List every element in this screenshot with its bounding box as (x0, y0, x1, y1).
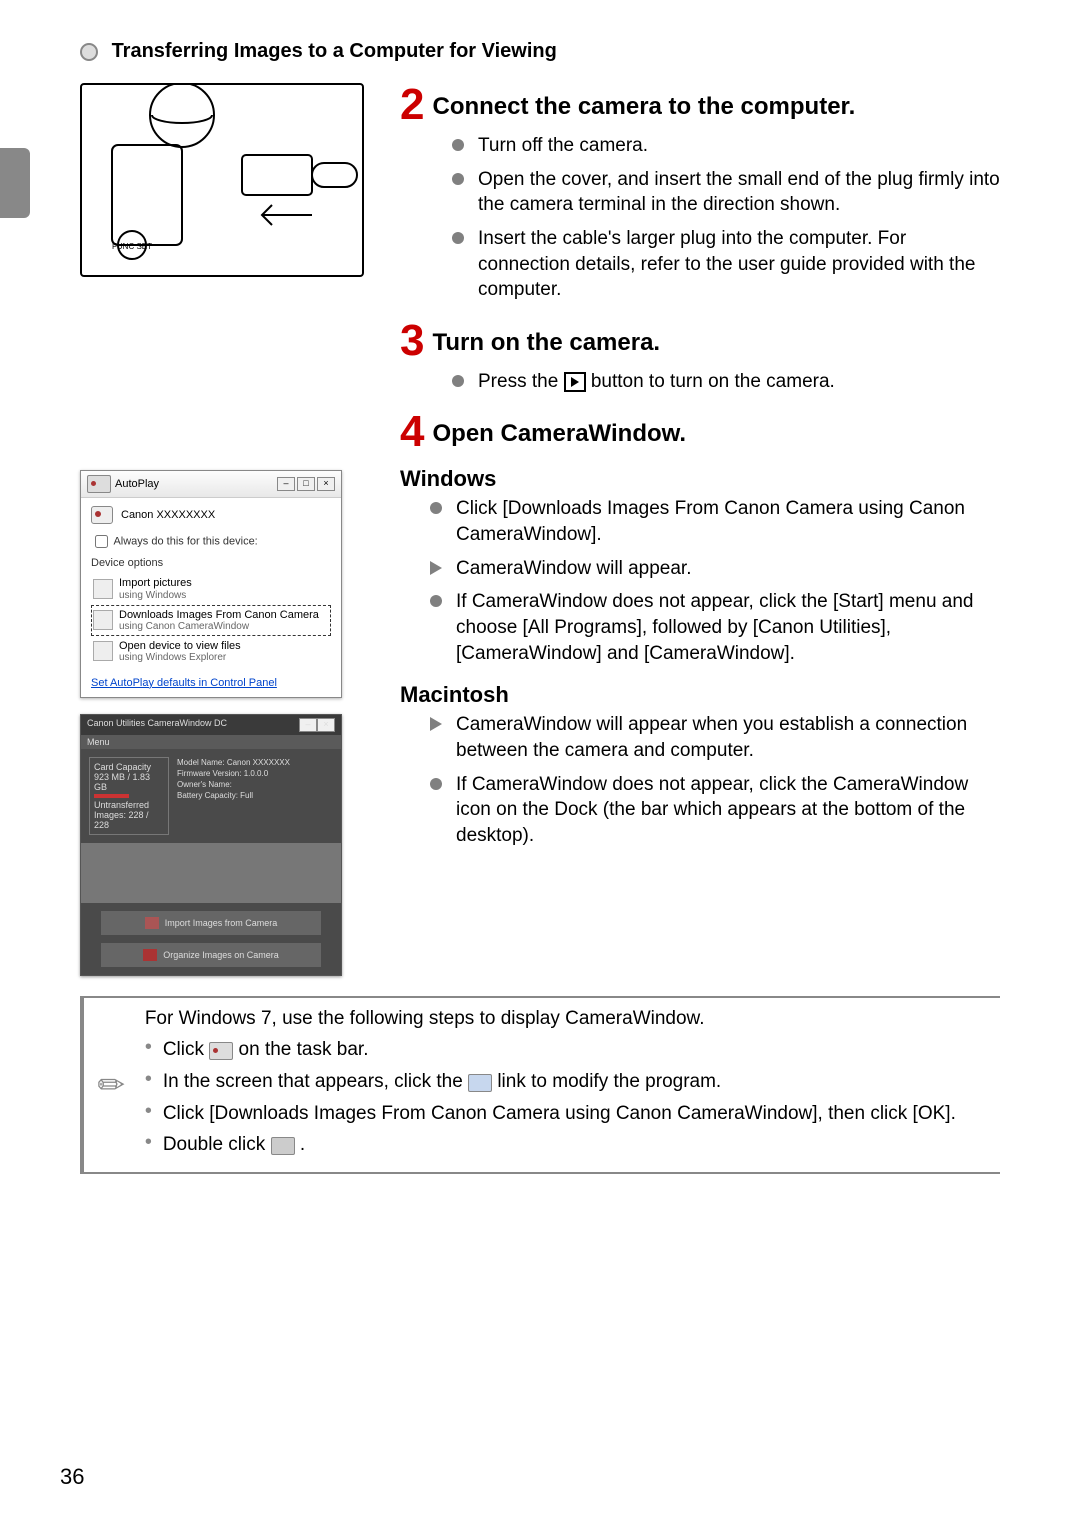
capacity-bar-icon (94, 794, 129, 798)
press-suffix: button to turn on the camera. (591, 371, 835, 392)
side-tab (0, 148, 30, 218)
device-options-label: Device options (91, 557, 331, 569)
note-line: In the screen that appears, click the li… (145, 1069, 1000, 1095)
cw-title: Canon Utilities CameraWindow DC (87, 718, 227, 732)
step-2-title: Connect the camera to the computer. (432, 93, 855, 121)
import-images-icon (145, 917, 159, 929)
program-link-icon (468, 1074, 492, 1092)
pencil-note-icon: ✎ (88, 1062, 134, 1108)
camera-usb-illustration: FUNC SET (80, 83, 364, 277)
header-bullet-icon (80, 43, 98, 61)
step-2-number: 2 (400, 83, 424, 127)
autoplay-title: AutoPlay (115, 478, 159, 490)
cw-card-info: Card Capacity 923 MB / 1.83 GB Untransfe… (89, 757, 169, 835)
autoplay-icon (87, 475, 111, 493)
note-line: Click [Downloads Images From Canon Camer… (145, 1101, 1000, 1127)
header-text: Transferring Images to a Computer for Vi… (112, 40, 557, 62)
page-number: 36 (60, 1464, 84, 1490)
windows-heading: Windows (400, 466, 1000, 492)
organize-images-icon (143, 949, 157, 961)
note-line: Double click . (145, 1132, 1000, 1158)
windows-bullet: Click [Downloads Images From Canon Camer… (430, 496, 1000, 547)
cw-import-button[interactable]: Import Images from Camera (101, 911, 321, 935)
cw-device-info: Model Name: Canon XXXXXXX Firmware Versi… (177, 757, 333, 835)
mac-bullet: If CameraWindow does not appear, click t… (430, 772, 1000, 849)
device-icon (91, 506, 113, 524)
page-header: Transferring Images to a Computer for Vi… (80, 40, 1000, 63)
cw-organize-button[interactable]: Organize Images on Camera (101, 943, 321, 967)
cw-menu[interactable]: Menu (81, 735, 341, 749)
windows-bullet: If CameraWindow does not appear, click t… (430, 589, 1000, 666)
camerawindow-window: Canon Utilities CameraWindow DC – × Menu… (80, 714, 342, 976)
autoplay-option-downloads[interactable]: Downloads Images From Canon Camerausing … (91, 605, 331, 636)
device-name: Canon XXXXXXXX (121, 509, 215, 521)
close-icon[interactable]: × (317, 477, 335, 491)
windows-bullet: CameraWindow will appear. (430, 556, 1000, 582)
step-2-bullet: Turn off the camera. (452, 133, 1000, 159)
step-2-bullet: Insert the cable's larger plug into the … (452, 226, 1000, 303)
minimize-icon[interactable]: – (277, 477, 295, 491)
note-box: ✎ For Windows 7, use the following steps… (80, 996, 1000, 1174)
step-4-title: Open CameraWindow. (432, 420, 686, 448)
note-line: Click on the task bar. (145, 1037, 1000, 1063)
cw-close-icon[interactable]: × (317, 718, 335, 732)
mac-bullet: CameraWindow will appear when you establ… (430, 712, 1000, 763)
autoplay-defaults-link[interactable]: Set AutoPlay defaults in Control Panel (91, 677, 331, 689)
autoplay-option-open-device[interactable]: Open device to view filesusing Windows E… (91, 636, 331, 667)
step-3-number: 3 (400, 319, 424, 363)
cw-minimize-icon[interactable]: – (299, 718, 317, 732)
play-button-icon (564, 372, 586, 392)
maximize-icon[interactable]: □ (297, 477, 315, 491)
autoplay-option-import[interactable]: Import picturesusing Windows (91, 573, 331, 604)
open-device-icon (93, 641, 113, 661)
svg-text:FUNC SET: FUNC SET (112, 242, 152, 251)
camerawindow-app-icon (271, 1137, 295, 1155)
note-line: For Windows 7, use the following steps t… (145, 1006, 1000, 1032)
autoplay-window: AutoPlay – □ × Canon XXXXXXXX Always do … (80, 470, 342, 697)
device-taskbar-icon (209, 1042, 233, 1060)
step-4-number: 4 (400, 410, 424, 454)
downloads-images-icon (93, 610, 113, 630)
always-label: Always do this for this device: (91, 532, 331, 551)
step-3-title: Turn on the camera. (432, 329, 660, 357)
mac-heading: Macintosh (400, 682, 1000, 708)
step-2-bullet: Open the cover, and insert the small end… (452, 167, 1000, 218)
step-3-bullet: Press the button to turn on the camera. (452, 369, 1000, 395)
press-prefix: Press the (478, 371, 564, 392)
always-checkbox[interactable] (95, 535, 108, 548)
import-pictures-icon (93, 579, 113, 599)
